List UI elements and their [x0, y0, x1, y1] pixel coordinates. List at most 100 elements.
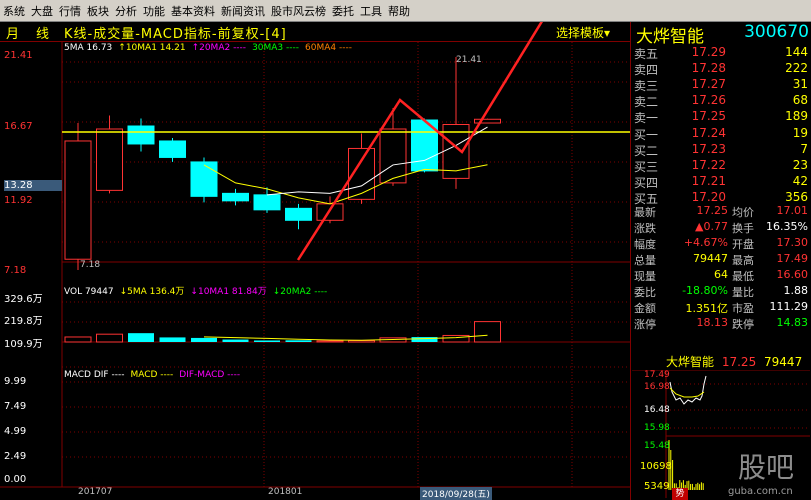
volume-bar: [65, 337, 91, 342]
candle-body: [223, 193, 249, 200]
stat-label: 现量: [634, 268, 656, 284]
high-price-label: 21.41: [456, 55, 482, 65]
candle-body: [475, 119, 501, 123]
vol-axis-label: 219.8万: [4, 312, 62, 327]
mini-chart-title: 大烨智能 17.25 79447: [666, 353, 810, 370]
menu-item[interactable]: 板块: [84, 1, 112, 23]
mini-axis-label: 15.48: [644, 441, 670, 451]
ma-legend-item: ↑20MA2 ----: [192, 43, 247, 53]
order-label: 卖五: [634, 45, 658, 62]
stat-value: +4.67%: [670, 236, 728, 249]
stat-label: 委比: [634, 284, 656, 300]
order-label: 买二: [634, 142, 658, 159]
intraday-tab[interactable]: 势: [672, 488, 688, 500]
order-label: 卖三: [634, 77, 658, 94]
volume-bar: [191, 338, 217, 342]
ma-legend-item: 60MA4 ----: [305, 43, 352, 53]
stat-row: 涨跌 ▲0.77 换手 16.35%: [632, 220, 810, 235]
volume-bar: [223, 340, 249, 342]
menu-item[interactable]: 大盘: [28, 1, 56, 23]
vol-legend-item: ↓5MA 136.4万: [120, 287, 185, 297]
macd-legend-item: MACD DIF ----: [64, 370, 124, 380]
price-axis-label: 7.18: [4, 265, 62, 276]
order-book-row[interactable]: 卖一 17.25 189: [632, 109, 810, 125]
stat-label: 涨跌: [634, 220, 656, 236]
menu-item[interactable]: 股市风云榜: [268, 1, 329, 23]
order-book-row[interactable]: 卖三 17.27 31: [632, 77, 810, 93]
order-book-row[interactable]: 买四 17.21 42: [632, 174, 810, 190]
stat-row: 总量 79447 最高 17.49: [632, 252, 810, 267]
macd-axis-label: 9.99: [4, 376, 62, 387]
stat-row: 幅度 +4.67% 开盘 17.30: [632, 236, 810, 251]
menu-item[interactable]: 系统: [0, 1, 28, 23]
menu-item[interactable]: 新闻资讯: [218, 1, 268, 23]
stat-label: 均价: [732, 204, 754, 220]
candle-body: [380, 129, 406, 183]
stat-value: 1.88: [784, 284, 809, 297]
stat-value: 17.30: [777, 236, 809, 249]
stat-value: 17.49: [777, 252, 809, 265]
order-price: 17.29: [678, 45, 726, 59]
stat-label: 涨停: [634, 316, 656, 332]
menu-bar: 系统 大盘 行情 板块 分析 功能 基本资料 新闻资讯 股市风云榜 委托 工具 帮助: [0, 0, 811, 22]
order-volume: 19: [793, 126, 808, 140]
vol-legend-item: VOL 79447: [64, 287, 114, 297]
vol-axis-label: 329.6万: [4, 290, 62, 305]
stat-value: 14.83: [777, 316, 809, 329]
ma-legend-item: 5MA 16.73: [64, 43, 112, 53]
vol-legend-item: ↓20MA2 ----: [273, 287, 328, 297]
macd-legend: MACD DIF ---- MACD ---- DIF-MACD ----: [64, 370, 246, 380]
stat-row: 金额 1.351亿 市盈 111.29: [632, 300, 810, 315]
stat-value: -18.80%: [670, 284, 728, 297]
menu-item[interactable]: 工具: [357, 1, 385, 23]
macd-axis-label: 4.99: [4, 426, 62, 437]
stat-row: 涨停 18.13 跌停 14.83: [632, 316, 810, 331]
order-volume: 31: [793, 77, 808, 91]
order-label: 买三: [634, 158, 658, 175]
stat-row: 最新 17.25 均价 17.01: [632, 204, 810, 219]
intraday-tab-label: 势: [675, 489, 684, 499]
menu-item[interactable]: 功能: [140, 1, 168, 23]
volume-bar: [160, 337, 186, 342]
menu-item[interactable]: 基本资料: [168, 1, 218, 23]
order-price: 17.21: [678, 174, 726, 188]
candle-body: [65, 141, 91, 259]
mini-price: 17.25: [722, 355, 756, 369]
order-label: 卖四: [634, 61, 658, 78]
vol-axis-label: 109.9万: [4, 335, 62, 350]
order-book-row[interactable]: 卖二 17.26 68: [632, 93, 810, 109]
price-axis-label: 11.92: [4, 195, 62, 206]
order-volume: 42: [793, 174, 808, 188]
stat-label: 开盘: [732, 236, 754, 252]
stat-label: 最低: [732, 268, 754, 284]
order-book-row[interactable]: 卖五 17.29 144: [632, 45, 810, 61]
menu-item[interactable]: 帮助: [385, 1, 413, 23]
volume-bar: [254, 340, 280, 342]
order-book-row[interactable]: 卖四 17.28 222: [632, 61, 810, 77]
order-label: 卖二: [634, 93, 658, 110]
ma-legend-item: 30MA3 ----: [252, 43, 299, 53]
quote-header: 大烨智能 300670: [632, 22, 811, 44]
stat-value: 111.29: [770, 300, 809, 313]
order-volume: 222: [785, 61, 808, 75]
mini-vol-label: 10698: [640, 461, 672, 472]
order-book-row[interactable]: 买二 17.23 7: [632, 142, 810, 158]
macd-axis-label: 2.49: [4, 451, 62, 462]
vol-legend: VOL 79447 ↓5MA 136.4万 ↓10MA1 81.84万 ↓20MA2 …: [64, 284, 333, 297]
volume-bar: [97, 334, 123, 342]
watermark: 股吧: [738, 446, 794, 486]
price-axis-label: 16.67: [4, 121, 62, 132]
order-label: 卖一: [634, 109, 658, 126]
candle-body: [191, 162, 217, 196]
order-book-row[interactable]: 买一 17.24 19: [632, 126, 810, 142]
menu-item[interactable]: 分析: [112, 1, 140, 23]
volume-bar: [286, 340, 312, 342]
stat-row: 现量 64 最低 16.60: [632, 268, 810, 283]
menu-item[interactable]: 行情: [56, 1, 84, 23]
stat-value: 79447: [670, 252, 728, 265]
stat-value: 64: [670, 268, 728, 281]
order-book-row[interactable]: 买三 17.22 23: [632, 158, 810, 174]
candle-body: [128, 126, 154, 144]
order-price: 17.26: [678, 93, 726, 107]
menu-item[interactable]: 委托: [329, 1, 357, 23]
